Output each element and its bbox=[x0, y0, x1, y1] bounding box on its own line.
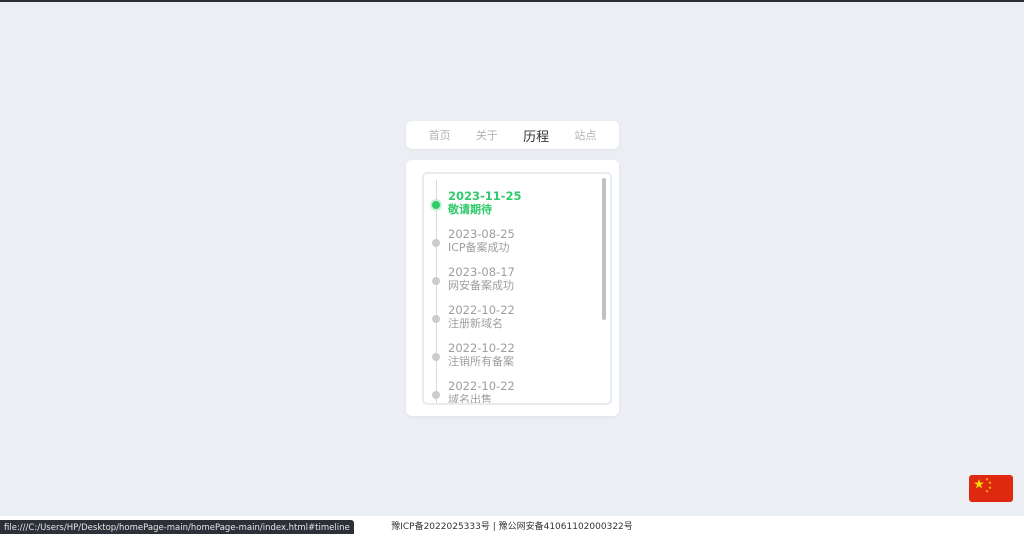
top-nav: 首页 关于 历程 站点 bbox=[406, 121, 619, 149]
timeline-text: 域名出售 bbox=[448, 393, 492, 405]
timeline-dot-icon bbox=[432, 391, 440, 399]
nav-sites[interactable]: 站点 bbox=[574, 127, 596, 143]
timeline-text: 注销所有备案 bbox=[448, 355, 514, 368]
timeline-date: 2023-08-17 bbox=[448, 265, 515, 279]
timeline-text: 敬请期待 bbox=[448, 203, 492, 216]
timeline-scrollbar[interactable] bbox=[602, 178, 606, 400]
nav-timeline[interactable]: 历程 bbox=[523, 126, 549, 145]
page: 首页 关于 历程 站点 2023-11-25 敬请期待 2023-08-25 I… bbox=[0, 0, 1024, 534]
timeline-text: ICP备案成功 bbox=[448, 241, 510, 254]
timeline-date: 2022-10-22 bbox=[448, 341, 515, 355]
scrollbar-thumb[interactable] bbox=[602, 178, 606, 320]
timeline-item: 2022-10-22 注销所有备案 bbox=[424, 339, 594, 371]
timeline-item: 2023-08-17 网安备案成功 bbox=[424, 263, 594, 295]
timeline-date: 2023-08-25 bbox=[448, 227, 515, 241]
timeline-card: 2023-11-25 敬请期待 2023-08-25 ICP备案成功 2023-… bbox=[406, 160, 619, 416]
timeline-dot-icon bbox=[432, 353, 440, 361]
timeline-date: 2023-11-25 bbox=[448, 189, 522, 203]
timeline-dot-icon bbox=[430, 199, 442, 211]
timeline-text: 注册新域名 bbox=[448, 317, 503, 330]
china-flag-icon[interactable] bbox=[969, 475, 1013, 502]
timeline-item: 2022-10-22 注册新域名 bbox=[424, 301, 594, 333]
timeline-dot-icon bbox=[432, 239, 440, 247]
timeline-text: 网安备案成功 bbox=[448, 279, 514, 292]
timeline-item: 2023-11-25 敬请期待 bbox=[424, 187, 594, 219]
timeline-item: 2023-08-25 ICP备案成功 bbox=[424, 225, 594, 257]
timeline-scroll-area[interactable]: 2023-11-25 敬请期待 2023-08-25 ICP备案成功 2023-… bbox=[422, 172, 612, 405]
status-bar-url: file:///C:/Users/HP/Desktop/homePage-mai… bbox=[0, 520, 354, 534]
nav-about[interactable]: 关于 bbox=[476, 127, 498, 143]
timeline-item: 2022-10-22 域名出售 bbox=[424, 377, 594, 405]
timeline-dot-icon bbox=[432, 277, 440, 285]
timeline-date: 2022-10-22 bbox=[448, 379, 515, 393]
timeline-dot-icon bbox=[432, 315, 440, 323]
nav-home[interactable]: 首页 bbox=[429, 127, 451, 143]
timeline-date: 2022-10-22 bbox=[448, 303, 515, 317]
